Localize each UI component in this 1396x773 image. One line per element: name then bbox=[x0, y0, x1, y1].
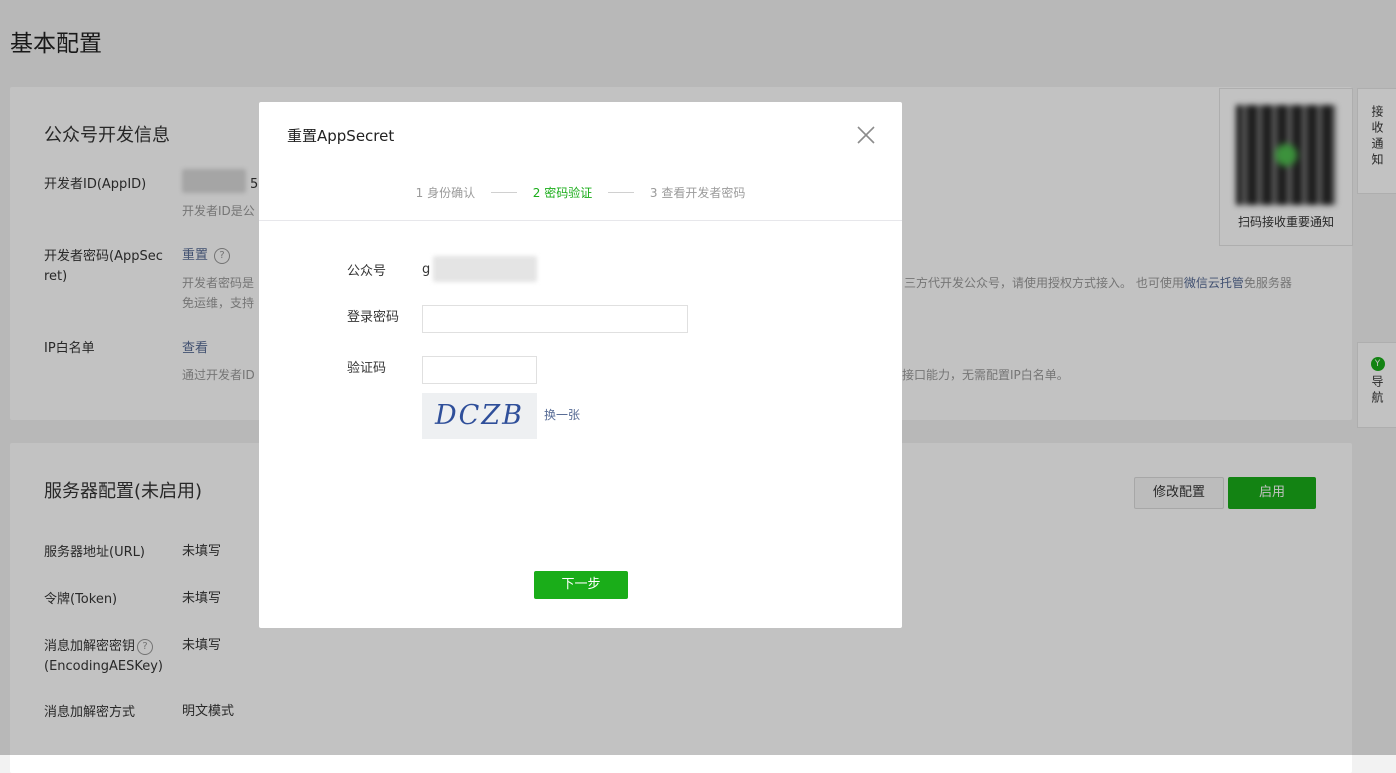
step-password: 2 密码验证 bbox=[532, 186, 593, 200]
password-input[interactable] bbox=[422, 305, 688, 333]
step-connector bbox=[490, 192, 517, 193]
dialog-title: 重置AppSecret bbox=[287, 127, 395, 145]
step-connector bbox=[608, 192, 635, 193]
captcha-label: 验证码 bbox=[347, 361, 387, 376]
close-icon[interactable] bbox=[855, 124, 877, 146]
account-label: 公众号 bbox=[347, 264, 387, 279]
account-redacted bbox=[433, 256, 537, 282]
captcha-image: DCZB bbox=[422, 393, 537, 439]
step-view-secret: 3 查看开发者密码 bbox=[649, 186, 746, 200]
next-step-button[interactable]: 下一步 bbox=[534, 571, 628, 599]
captcha-refresh-link[interactable]: 换一张 bbox=[544, 405, 580, 425]
reset-appsecret-dialog: 重置AppSecret 1 身份确认 2 密码验证 3 查看开发者密码 公众号 … bbox=[259, 102, 902, 628]
password-label: 登录密码 bbox=[347, 310, 400, 325]
step-indicator: 1 身份确认 2 密码验证 3 查看开发者密码 bbox=[259, 184, 902, 201]
step-identity: 1 身份确认 bbox=[415, 186, 476, 200]
captcha-input[interactable] bbox=[422, 356, 537, 384]
account-value: g bbox=[422, 262, 431, 277]
dialog-divider bbox=[259, 220, 902, 221]
